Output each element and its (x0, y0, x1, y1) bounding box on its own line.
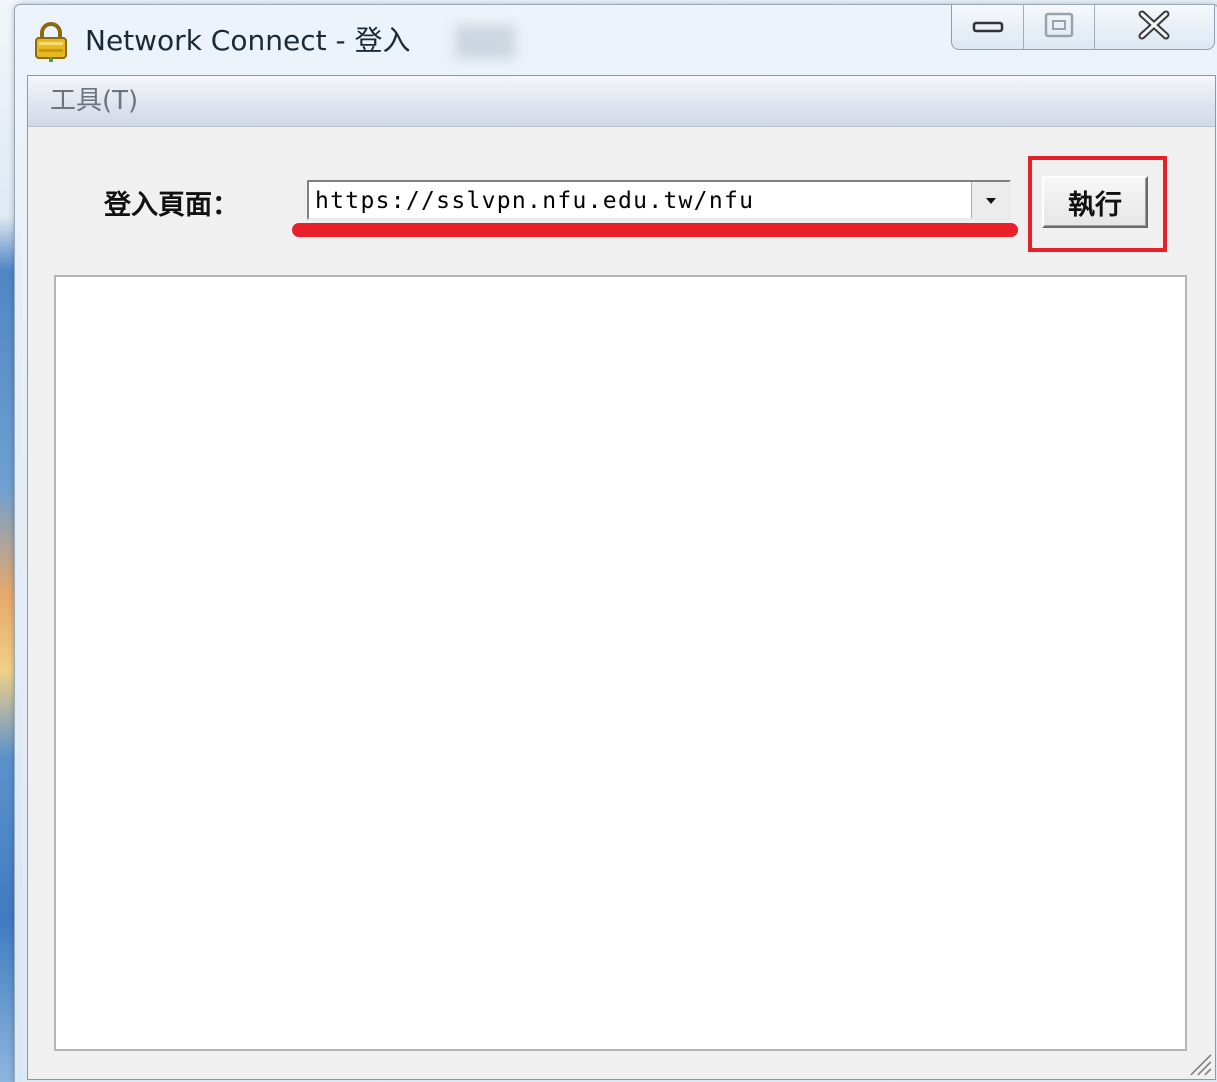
window-title: Network Connect - 登入 (85, 24, 411, 57)
execute-button[interactable]: 執行 (1042, 176, 1148, 228)
blurred-title-area (455, 25, 515, 59)
maximize-icon (1043, 11, 1075, 43)
close-button[interactable] (1095, 5, 1214, 49)
browser-content-panel[interactable] (54, 275, 1187, 1051)
chevron-down-icon (984, 191, 998, 210)
red-underline-annotation (292, 223, 1018, 237)
minimize-icon (971, 15, 1005, 39)
client-area: 工具(T) 登入頁面： https://sslvpn.nfu.edu.tw/nf… (27, 75, 1216, 1080)
login-page-label: 登入頁面： (104, 190, 239, 221)
close-icon (1137, 10, 1171, 44)
menu-bar: 工具(T) (28, 76, 1215, 127)
login-url-combobox[interactable]: https://sslvpn.nfu.edu.tw/nfu (307, 180, 1011, 220)
caption-buttons (951, 5, 1215, 50)
resize-grip-icon[interactable] (1185, 1049, 1213, 1077)
minimize-button[interactable] (952, 5, 1025, 49)
lock-icon (29, 19, 73, 63)
maximize-button[interactable] (1024, 5, 1095, 49)
dropdown-button[interactable] (971, 182, 1009, 218)
menu-tools[interactable]: 工具(T) (48, 82, 140, 120)
login-url-value[interactable]: https://sslvpn.nfu.edu.tw/nfu (315, 182, 754, 218)
